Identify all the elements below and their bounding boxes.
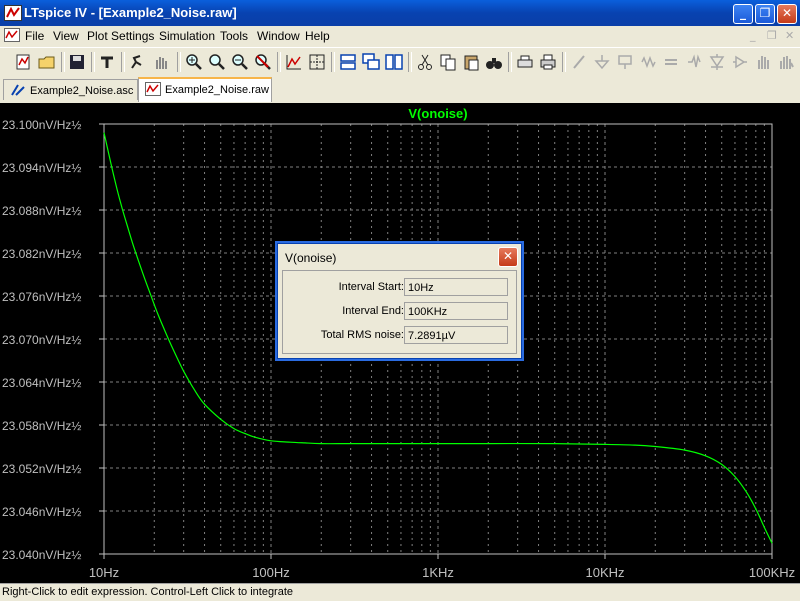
mdi-restore-icon[interactable]: ❐ bbox=[767, 29, 777, 42]
mdi-close-icon[interactable]: ✕ bbox=[785, 29, 794, 42]
label-icon[interactable] bbox=[616, 53, 634, 71]
toolbar-separator bbox=[408, 52, 412, 72]
minimize-button[interactable]: _ bbox=[733, 4, 753, 24]
interval-end-label: Interval End: bbox=[342, 305, 404, 317]
document-icon[interactable] bbox=[4, 28, 20, 45]
y-tick-label: 23.046nV/Hz½ bbox=[2, 505, 81, 519]
y-tick-label: 23.064nV/Hz½ bbox=[2, 376, 81, 390]
tab-label: Example2_Noise.raw bbox=[165, 84, 269, 96]
x-tick-label: 100KHz bbox=[749, 565, 795, 580]
y-tick-label: 23.100nV/Hz½ bbox=[2, 118, 81, 132]
copy-icon[interactable] bbox=[439, 53, 457, 71]
component-icon[interactable] bbox=[731, 53, 749, 71]
paste-icon[interactable] bbox=[462, 53, 480, 71]
rms-noise-label: Total RMS noise: bbox=[320, 329, 404, 341]
wire-icon[interactable] bbox=[570, 53, 588, 71]
y-tick-label: 23.058nV/Hz½ bbox=[2, 419, 81, 433]
tile-horizontal-icon[interactable] bbox=[339, 53, 357, 71]
close-button[interactable]: ✕ bbox=[777, 4, 797, 24]
dialog-title: V(onoise) bbox=[285, 251, 337, 265]
diode-icon[interactable] bbox=[708, 53, 726, 71]
trace-title[interactable]: V(onoise) bbox=[408, 106, 467, 121]
cascade-icon[interactable] bbox=[362, 53, 380, 71]
run-icon[interactable] bbox=[128, 53, 146, 71]
tab-schematic[interactable]: Example2_Noise.asc bbox=[3, 79, 138, 100]
interval-end-value: 100KHz bbox=[404, 302, 508, 320]
rms-noise-row: Total RMS noise: 7.2891µV bbox=[283, 325, 516, 347]
control-panel-icon[interactable] bbox=[98, 53, 116, 71]
y-tick-label: 23.052nV/Hz½ bbox=[2, 462, 81, 476]
capacitor-icon[interactable] bbox=[662, 53, 680, 71]
interval-start-label: Interval Start: bbox=[338, 281, 404, 293]
title-bar: LTspice IV - [Example2_Noise.raw] _ ❐ ✕ bbox=[0, 0, 800, 26]
ltspice-app-icon[interactable] bbox=[4, 5, 22, 21]
integration-dialog: V(onoise) ✕ Interval Start: 10Hz Interva… bbox=[277, 243, 522, 359]
waveform-icon bbox=[145, 82, 161, 99]
open-icon[interactable] bbox=[38, 53, 56, 71]
toolbar-separator bbox=[277, 52, 281, 72]
menu-file[interactable]: File bbox=[25, 29, 44, 43]
menu-window[interactable]: Window bbox=[257, 29, 300, 43]
pan-icon[interactable] bbox=[152, 53, 170, 71]
menu-bar: File View Plot Settings Simulation Tools… bbox=[0, 26, 800, 46]
y-tick-label: 23.088nV/Hz½ bbox=[2, 204, 81, 218]
print-icon[interactable] bbox=[539, 53, 557, 71]
toolbar-separator bbox=[177, 52, 181, 72]
toolbar-separator bbox=[562, 52, 566, 72]
resistor-icon[interactable] bbox=[639, 53, 657, 71]
window-title: LTspice IV - [Example2_Noise.raw] bbox=[24, 5, 237, 20]
toolbar-separator bbox=[61, 52, 65, 72]
menu-view[interactable]: View bbox=[53, 29, 79, 43]
status-bar: Right-Click to edit expression. Control-… bbox=[0, 583, 800, 601]
menu-plot-settings[interactable]: Plot Settings bbox=[87, 29, 154, 43]
ground-icon[interactable] bbox=[593, 53, 611, 71]
toolbar-separator bbox=[91, 52, 95, 72]
inductor-icon[interactable] bbox=[685, 53, 703, 71]
find-icon[interactable] bbox=[485, 53, 503, 71]
cut-icon[interactable] bbox=[416, 53, 434, 71]
interval-end-row: Interval End: 100KHz bbox=[283, 301, 516, 323]
toolbar-separator bbox=[331, 52, 335, 72]
zoom-fit-icon[interactable] bbox=[231, 53, 249, 71]
x-tick-label: 100Hz bbox=[252, 565, 290, 580]
document-tabs: Example2_Noise.asc Example2_Noise.raw bbox=[0, 77, 800, 178]
interval-start-row: Interval Start: 10Hz bbox=[283, 277, 516, 299]
new-schematic-icon[interactable] bbox=[14, 53, 32, 71]
dialog-body: Interval Start: 10Hz Interval End: 100KH… bbox=[282, 270, 517, 354]
y-tick-label: 23.040nV/Hz½ bbox=[2, 548, 81, 562]
zoom-cancel-icon[interactable] bbox=[254, 53, 272, 71]
toolbar-separator bbox=[508, 52, 512, 72]
interval-start-value: 10Hz bbox=[404, 278, 508, 296]
x-tick-label: 1KHz bbox=[422, 565, 454, 580]
toolbar-separator bbox=[121, 52, 125, 72]
x-tick-label: 10Hz bbox=[89, 565, 119, 580]
x-tick-label: 10KHz bbox=[585, 565, 624, 580]
dialog-close-button[interactable]: ✕ bbox=[498, 247, 518, 267]
zoom-out-icon[interactable] bbox=[208, 53, 226, 71]
rms-noise-value: 7.2891µV bbox=[404, 326, 508, 344]
tile-vertical-icon[interactable] bbox=[385, 53, 403, 71]
status-text: Right-Click to edit expression. Control-… bbox=[2, 586, 294, 598]
mdi-minimize-icon[interactable]: _ bbox=[750, 29, 756, 42]
menu-simulation[interactable]: Simulation bbox=[159, 29, 215, 43]
maximize-button[interactable]: ❐ bbox=[755, 4, 775, 24]
move-icon[interactable] bbox=[754, 53, 772, 71]
toolbar bbox=[0, 47, 800, 76]
autorange-icon[interactable] bbox=[285, 53, 303, 71]
tab-label: Example2_Noise.asc bbox=[30, 85, 134, 97]
print-setup-icon[interactable] bbox=[516, 53, 534, 71]
y-tick-label: 23.070nV/Hz½ bbox=[2, 333, 81, 347]
y-tick-label: 23.094nV/Hz½ bbox=[2, 161, 81, 175]
y-tick-label: 23.082nV/Hz½ bbox=[2, 247, 81, 261]
zoom-in-icon[interactable] bbox=[185, 53, 203, 71]
y-tick-label: 23.076nV/Hz½ bbox=[2, 290, 81, 304]
grid-icon[interactable] bbox=[308, 53, 326, 71]
save-icon[interactable] bbox=[68, 53, 86, 71]
drag-icon[interactable] bbox=[777, 53, 795, 71]
menu-tools[interactable]: Tools bbox=[220, 29, 248, 43]
menu-help[interactable]: Help bbox=[305, 29, 330, 43]
schematic-icon bbox=[10, 83, 26, 100]
tab-waveform[interactable]: Example2_Noise.raw bbox=[138, 77, 272, 102]
